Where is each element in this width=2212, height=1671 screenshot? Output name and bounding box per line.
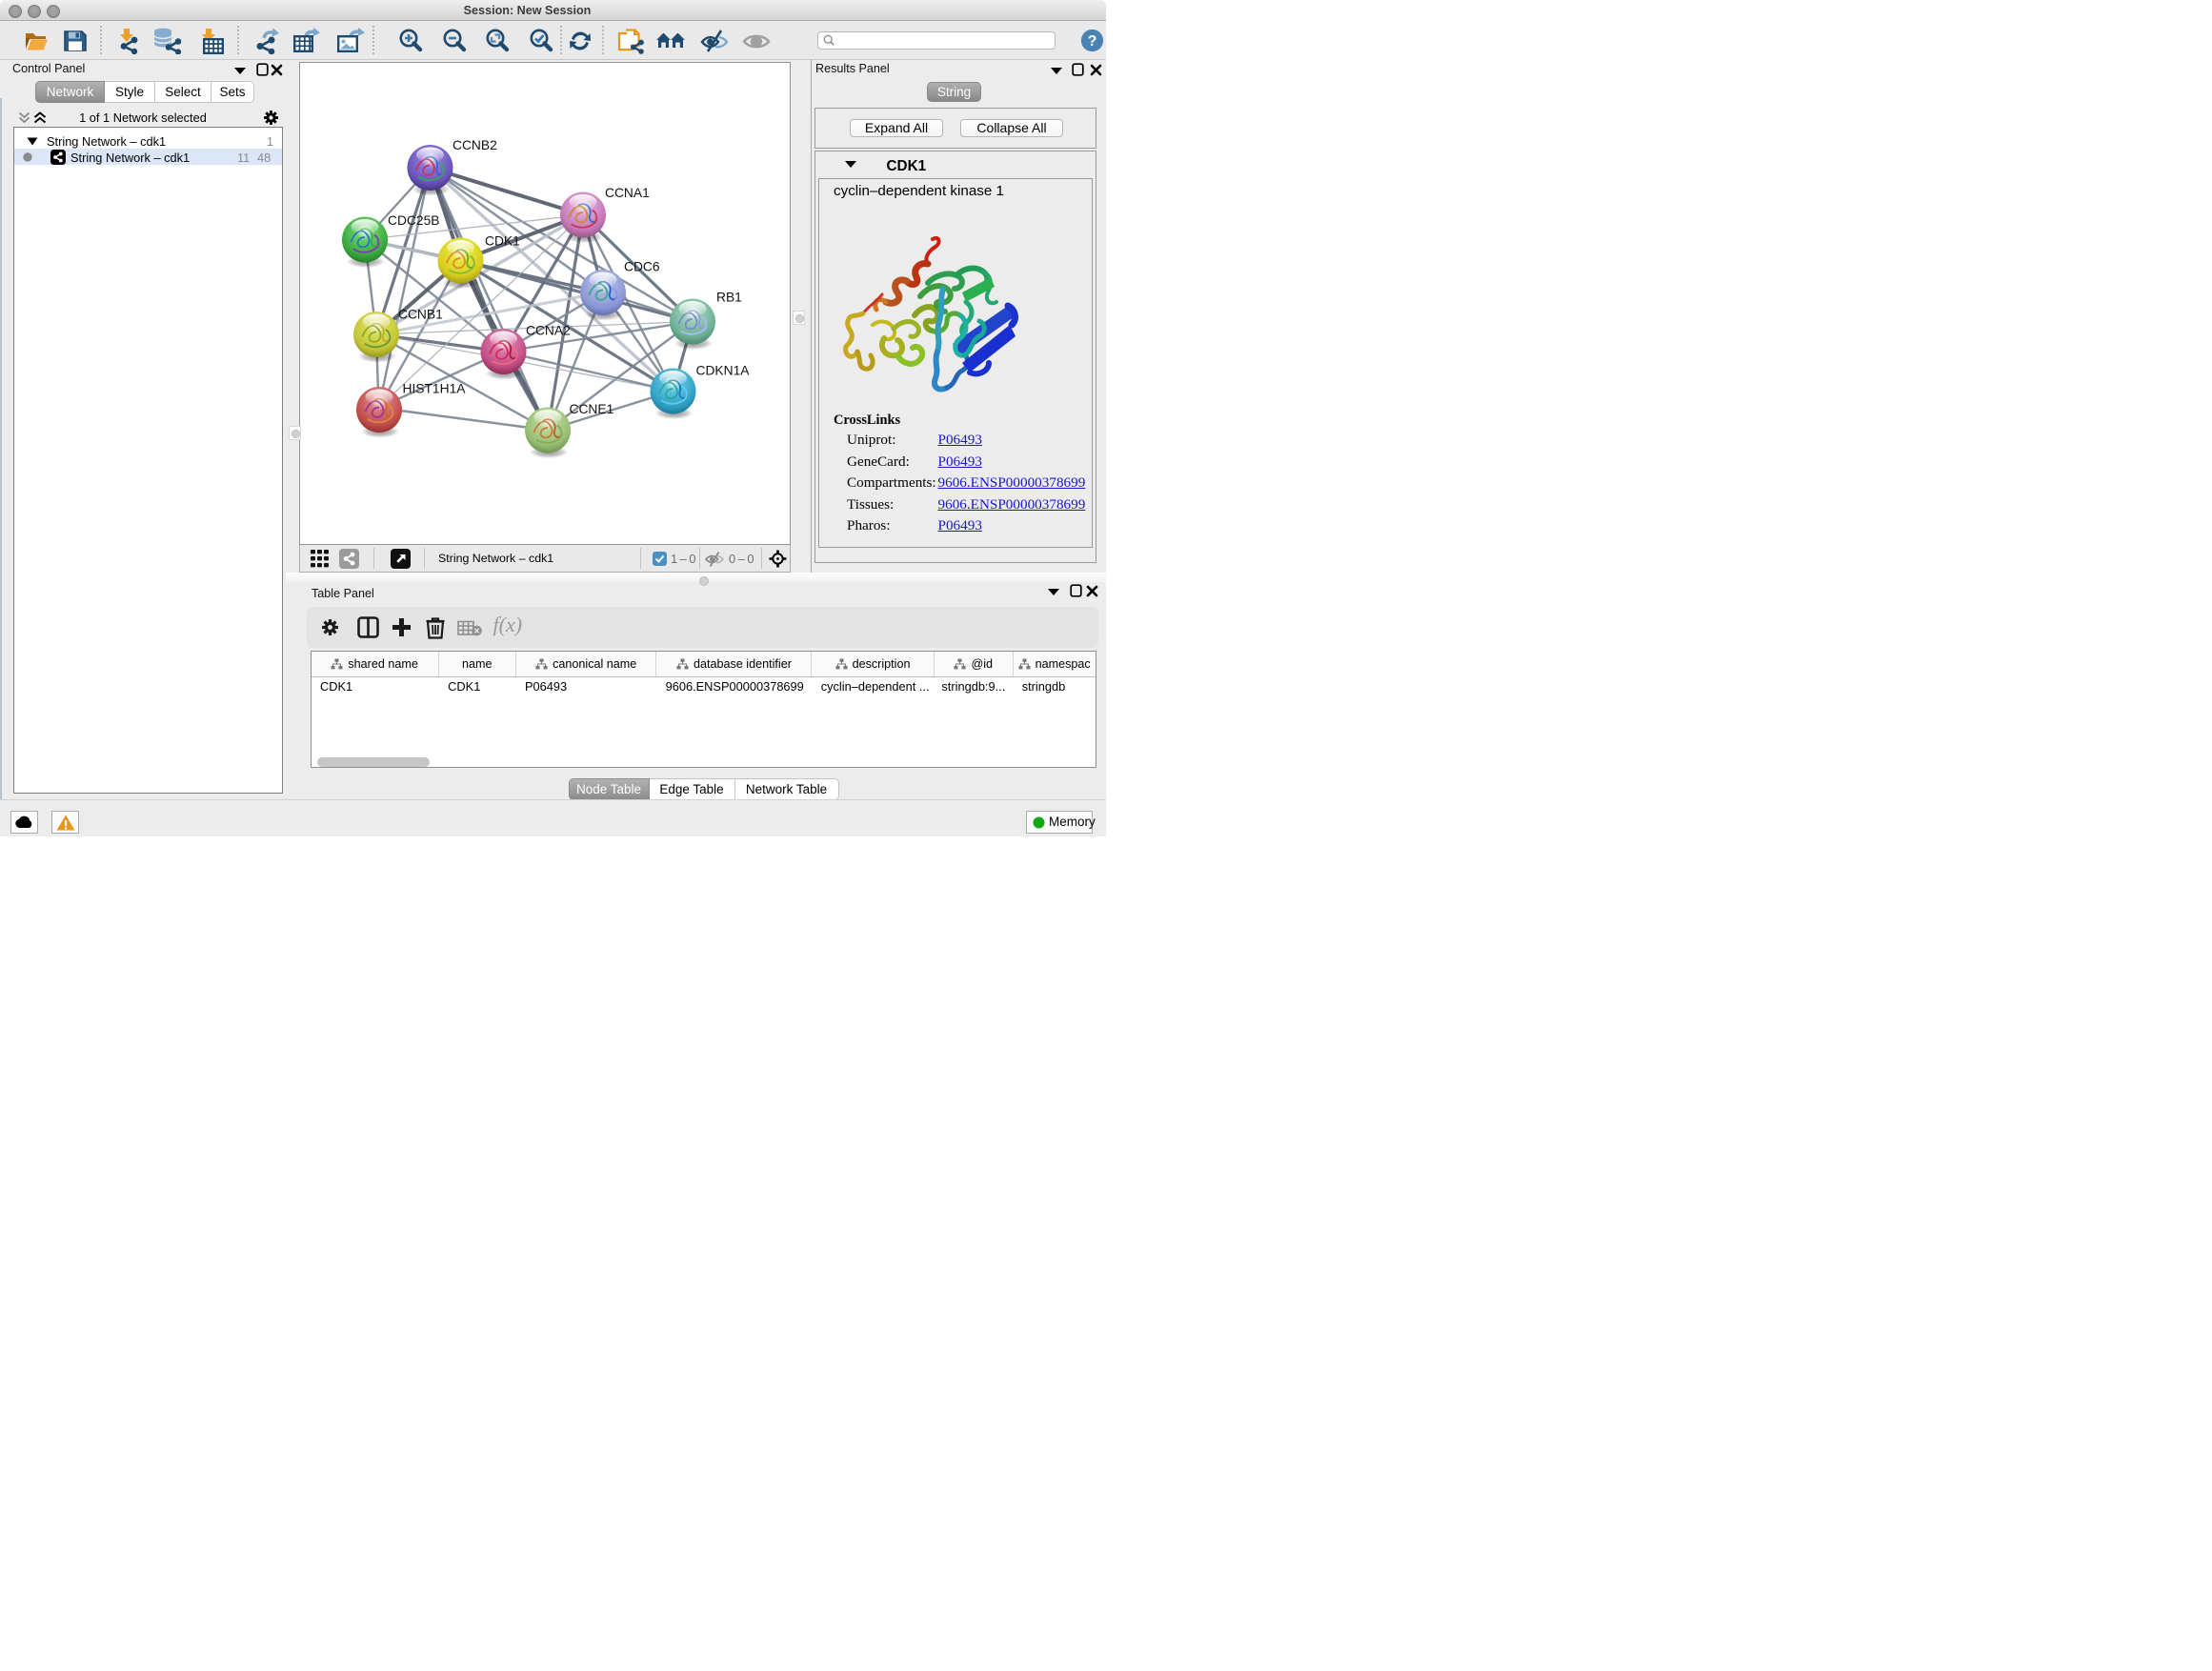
svg-text:CDC25B: CDC25B: [388, 213, 439, 228]
svg-text:CDK1: CDK1: [485, 234, 520, 249]
svg-text:CDC6: CDC6: [624, 260, 660, 274]
svg-text:CDKN1A: CDKN1A: [696, 364, 751, 378]
svg-text:CCNA1: CCNA1: [605, 186, 650, 200]
svg-text:CCNA2: CCNA2: [526, 324, 571, 338]
svg-text:CCNB2: CCNB2: [452, 138, 497, 152]
svg-text:HIST1H1A: HIST1H1A: [403, 382, 467, 396]
svg-text:CCNE1: CCNE1: [570, 402, 614, 416]
svg-text:CCNB1: CCNB1: [398, 308, 443, 322]
svg-text:?: ?: [1088, 33, 1097, 50]
svg-text:RB1: RB1: [716, 291, 742, 305]
